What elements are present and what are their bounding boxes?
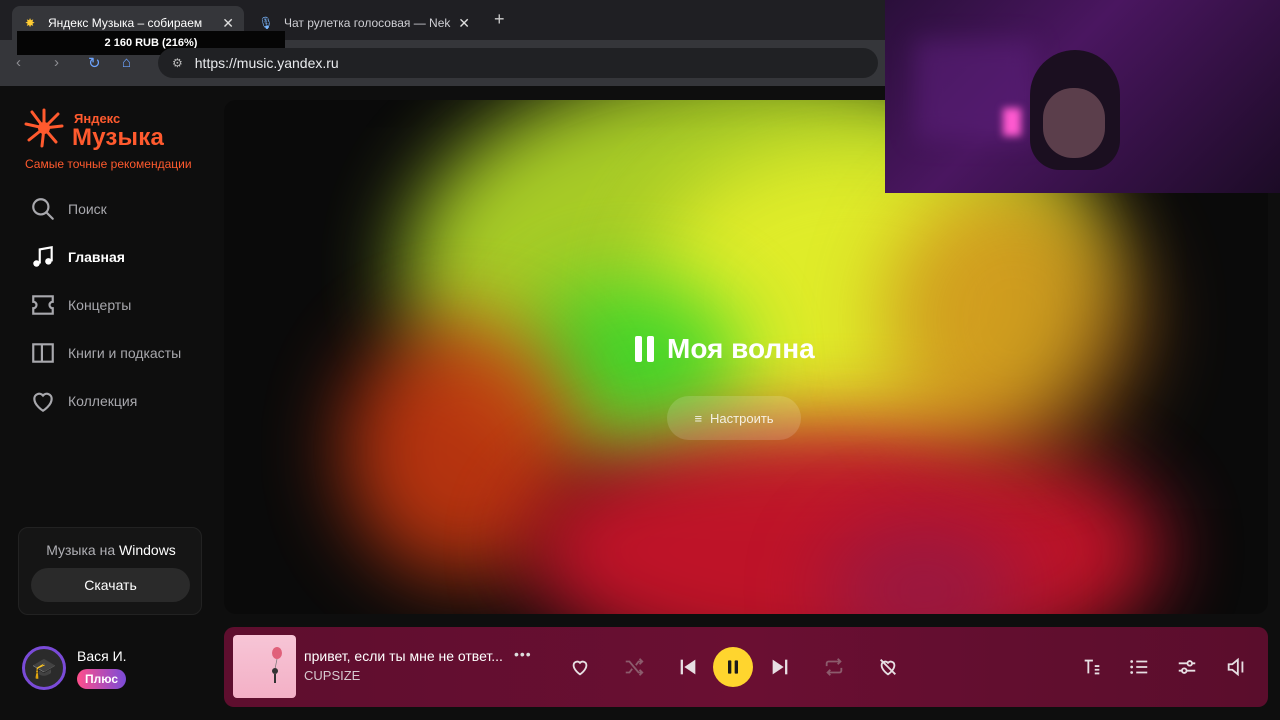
album-cover[interactable] bbox=[233, 635, 296, 698]
graduation-cap-icon: 🎓 bbox=[31, 657, 57, 680]
pause-icon bbox=[728, 660, 738, 674]
lyrics-button[interactable] bbox=[1080, 655, 1104, 679]
music-note-icon bbox=[33, 245, 53, 267]
sidebar-item-label: Книги и подкасты bbox=[68, 345, 182, 361]
play-pause-button[interactable] bbox=[713, 647, 753, 687]
filter-icon: ≡ bbox=[694, 410, 703, 426]
reload-icon[interactable]: ↻ bbox=[88, 54, 101, 72]
repeat-icon bbox=[825, 658, 843, 676]
webcam-face bbox=[1043, 88, 1105, 158]
sidebar-item-label: Коллекция bbox=[68, 393, 138, 409]
tab-title: Яндекс Музыка – собираем bbox=[48, 16, 203, 30]
like-button[interactable] bbox=[568, 655, 592, 679]
home-icon[interactable]: ⌂ bbox=[122, 54, 131, 71]
shuffle-icon bbox=[625, 658, 644, 676]
pause-icon bbox=[635, 336, 655, 362]
sidebar-item-label: Главная bbox=[68, 249, 125, 265]
user-name[interactable]: Вася И. bbox=[77, 648, 127, 664]
sidebar-item-books-podcasts[interactable]: Книги и подкасты bbox=[30, 339, 181, 367]
next-icon bbox=[772, 659, 788, 675]
yandex-music-logo-icon[interactable] bbox=[24, 108, 64, 148]
promo-title: Музыка на Windows bbox=[46, 542, 176, 558]
wave-settings-button[interactable]: ≡ Настроить bbox=[667, 396, 801, 440]
tab-title: Чат рулетка голосовая — Nek bbox=[284, 16, 451, 30]
sliders-icon bbox=[1178, 660, 1196, 674]
previous-button[interactable] bbox=[676, 655, 700, 679]
dislike-button[interactable] bbox=[876, 655, 900, 679]
webcam-lamp bbox=[1003, 108, 1021, 136]
track-artist[interactable]: CUPSIZE bbox=[304, 668, 360, 683]
back-icon[interactable]: ‹ bbox=[16, 54, 21, 71]
url-field[interactable]: ⚙ https://music.yandex.ru bbox=[158, 48, 878, 78]
queue-icon bbox=[1130, 660, 1148, 674]
microphone-icon: 🎙 bbox=[258, 16, 274, 30]
sidebar-item-collection[interactable]: Коллекция bbox=[30, 387, 137, 415]
webcam-overlay bbox=[885, 0, 1280, 193]
sidebar-item-concerts[interactable]: Концерты bbox=[30, 291, 131, 319]
queue-button[interactable] bbox=[1127, 655, 1151, 679]
lyrics-icon bbox=[1084, 659, 1100, 675]
track-title[interactable]: привет, если ты мне не ответ... bbox=[304, 648, 503, 664]
download-app-promo: Музыка на Windows Скачать bbox=[18, 527, 202, 615]
site-settings-icon[interactable]: ⚙ bbox=[172, 56, 183, 70]
sun-icon: ✸ bbox=[24, 16, 36, 30]
wave-settings-label: Настроить bbox=[710, 410, 774, 426]
sidebar-item-search[interactable]: Поиск bbox=[30, 195, 107, 223]
sidebar-item-label: Поиск bbox=[68, 201, 107, 217]
logo-tagline: Самые точные рекомендации bbox=[25, 157, 192, 171]
logo-text-big: Музыка bbox=[72, 124, 165, 151]
url-text: https://music.yandex.ru bbox=[194, 55, 339, 71]
heart-icon bbox=[572, 660, 588, 676]
search-icon bbox=[32, 198, 54, 220]
next-button[interactable] bbox=[768, 655, 792, 679]
settings-button[interactable] bbox=[1175, 655, 1199, 679]
ticket-icon bbox=[32, 295, 54, 315]
my-wave-title[interactable]: Моя волна bbox=[635, 333, 815, 365]
close-icon[interactable]: ✕ bbox=[222, 15, 234, 32]
balloon-icon bbox=[272, 647, 282, 683]
heart-icon bbox=[33, 392, 53, 413]
new-tab-button[interactable]: + bbox=[494, 9, 505, 30]
broken-heart-icon bbox=[880, 659, 896, 676]
download-button[interactable]: Скачать bbox=[31, 568, 190, 602]
avatar[interactable]: 🎓 bbox=[22, 646, 66, 690]
book-icon bbox=[32, 343, 54, 363]
sidebar-item-label: Концерты bbox=[68, 297, 132, 313]
volume-icon bbox=[1227, 657, 1244, 677]
close-icon[interactable]: ✕ bbox=[458, 15, 470, 32]
shuffle-button[interactable] bbox=[622, 655, 646, 679]
plus-badge[interactable]: Плюс bbox=[77, 669, 127, 689]
repeat-button[interactable] bbox=[822, 655, 846, 679]
previous-icon bbox=[680, 659, 696, 675]
volume-button[interactable] bbox=[1224, 655, 1248, 679]
more-options-icon[interactable]: ••• bbox=[514, 646, 532, 662]
forward-icon[interactable]: › bbox=[54, 54, 59, 71]
my-wave-label: Моя волна bbox=[667, 333, 815, 364]
sidebar-item-home[interactable]: Главная bbox=[30, 243, 125, 271]
